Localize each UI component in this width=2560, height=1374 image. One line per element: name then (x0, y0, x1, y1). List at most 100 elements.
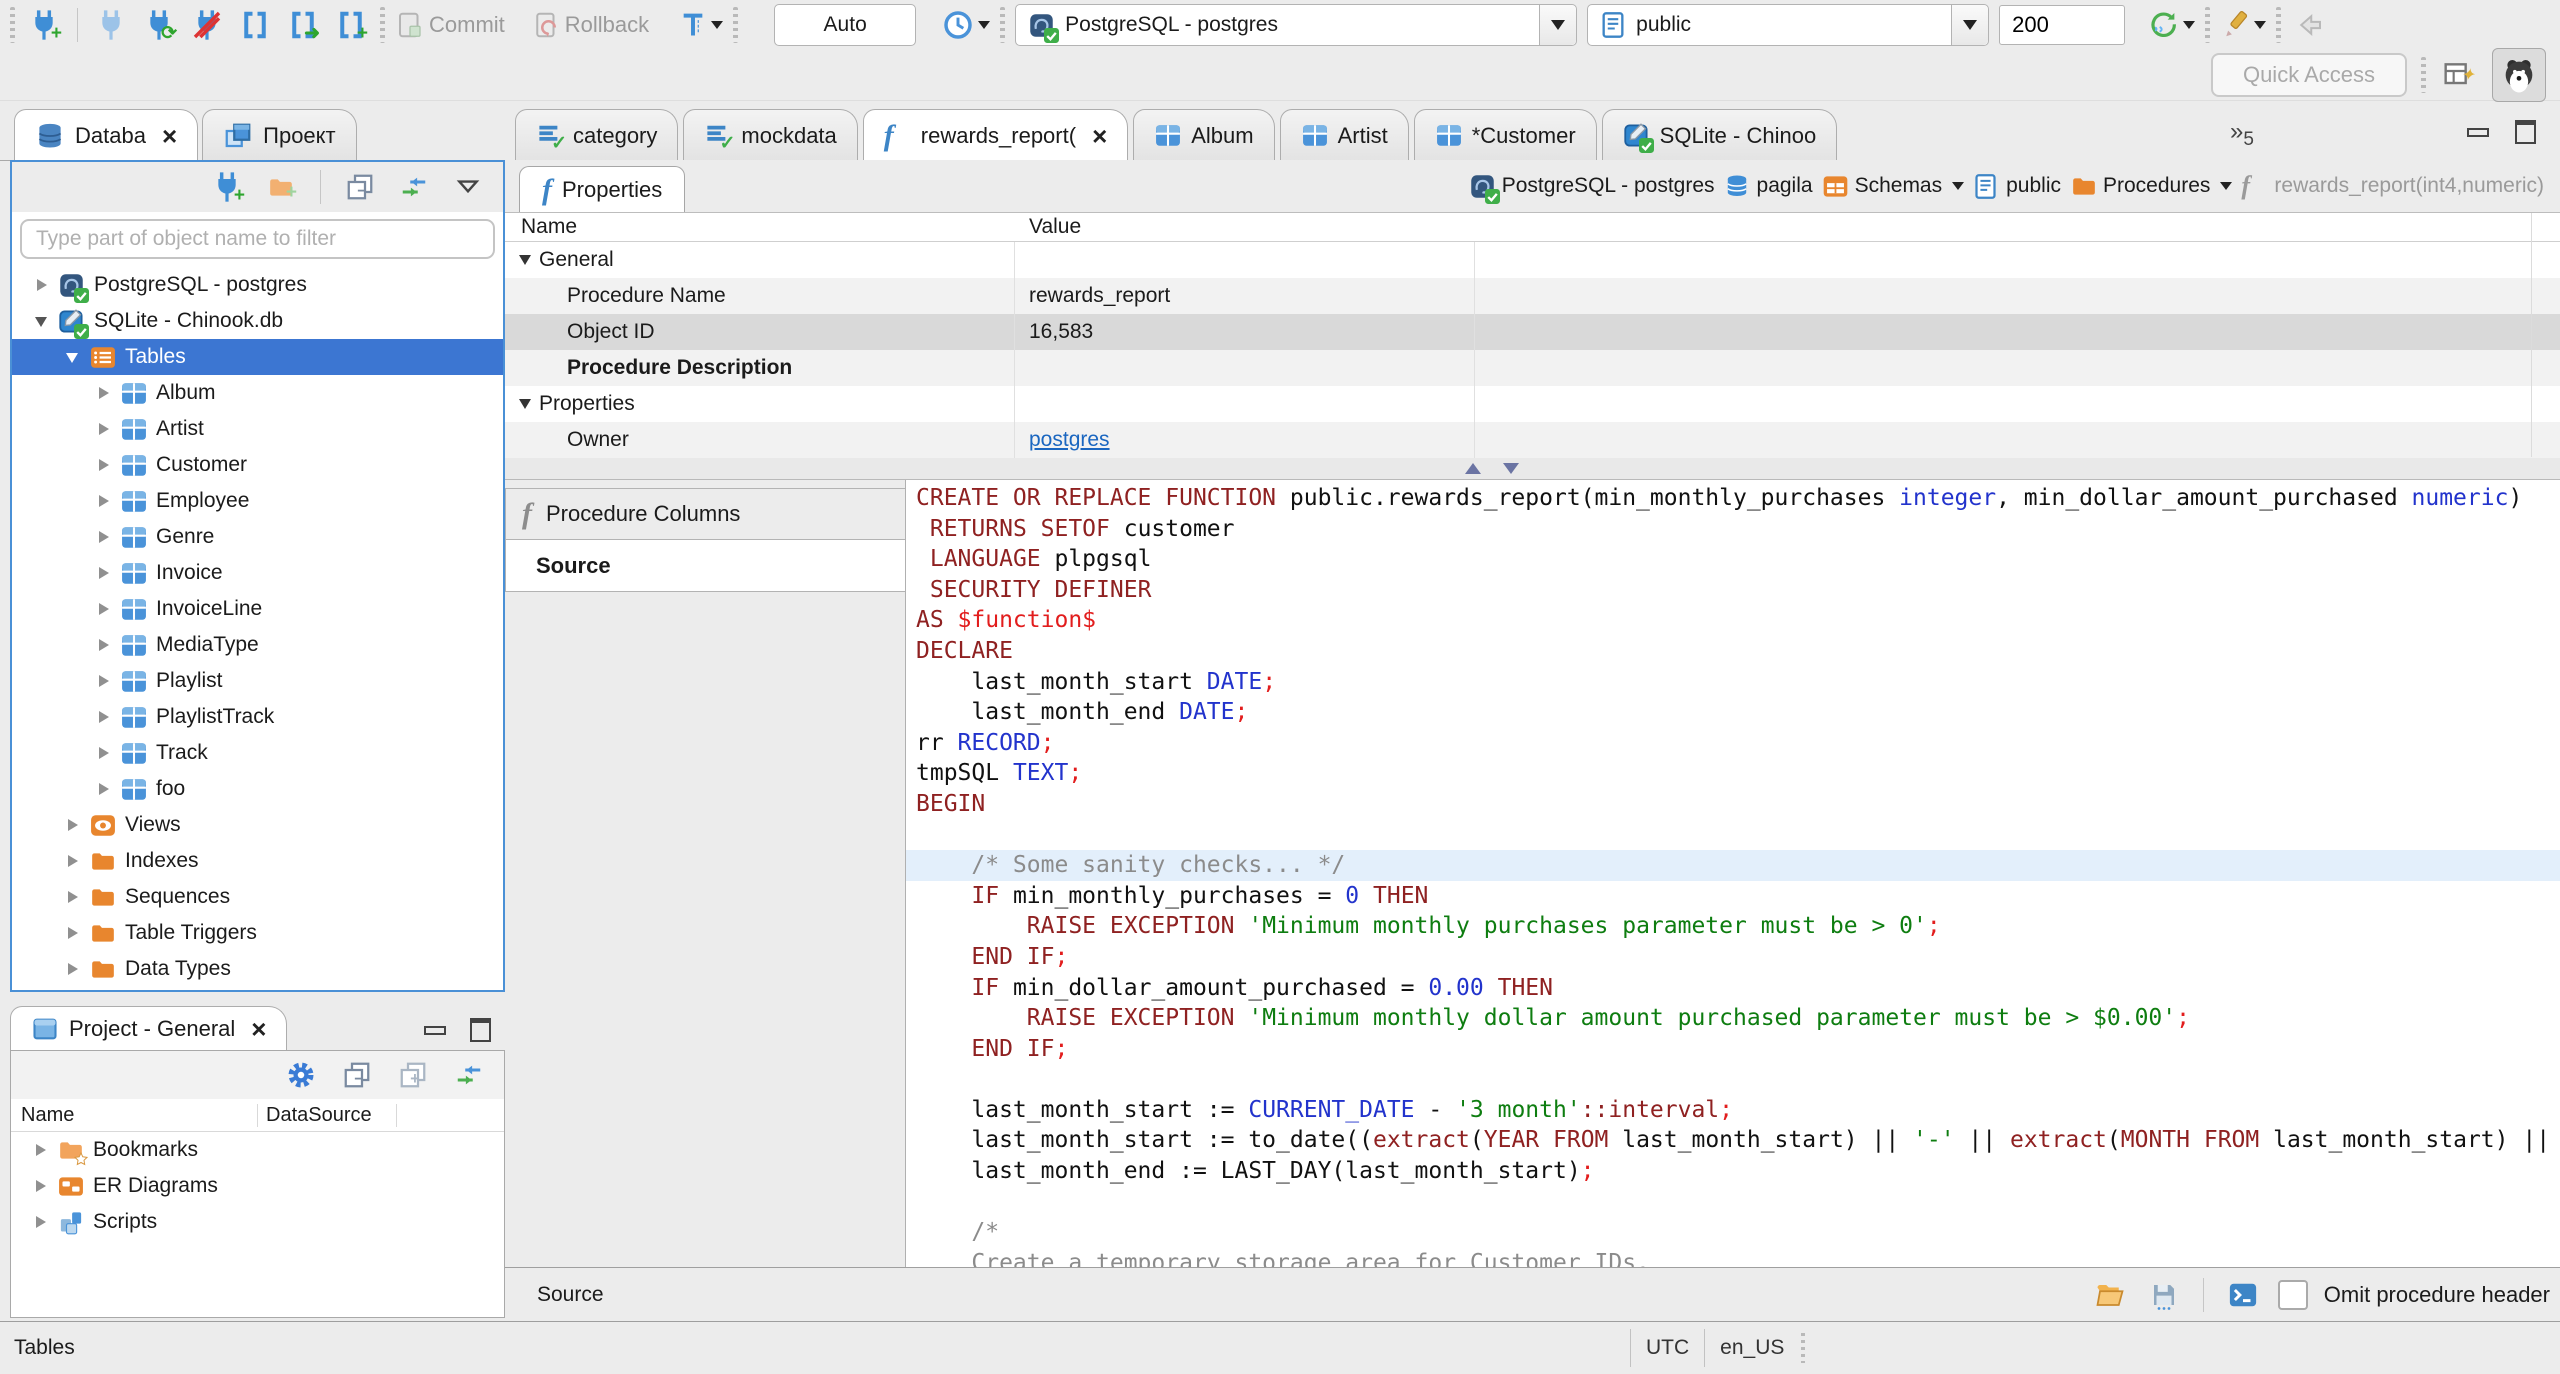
tree-item-foo[interactable]: foo (12, 771, 503, 807)
project-item-bookmarks[interactable]: Bookmarks (11, 1132, 504, 1168)
toolbar-drag-handle[interactable] (10, 7, 15, 43)
sql-source-editor[interactable]: CREATE OR REPLACE FUNCTION public.reward… (905, 480, 2560, 1267)
new-sql-editor-button[interactable]: + (332, 5, 370, 45)
properties-source-splitter[interactable] (505, 457, 2560, 480)
tree-item-genre[interactable]: Genre (12, 519, 503, 555)
tree-item-employee[interactable]: Employee (12, 483, 503, 519)
maximize-icon[interactable] (470, 1018, 491, 1042)
back-button[interactable] (2291, 5, 2329, 45)
chevron-right-icon[interactable] (66, 890, 80, 904)
tree-item-sqlite-chinook-db[interactable]: SQLite - Chinook.db (12, 303, 503, 339)
tree-item-invoiceline[interactable]: InvoiceLine (12, 591, 503, 627)
splitter-collapse-up-icon[interactable] (1465, 462, 1481, 474)
tree-item-postgresql-postgres[interactable]: PostgreSQL - postgres (12, 267, 503, 303)
editor-tab-artist[interactable]: Artist (1279, 109, 1409, 161)
chevron-right-icon[interactable] (97, 782, 111, 796)
tree-item-track[interactable]: Track (12, 735, 503, 771)
property-value-link[interactable]: postgres (1029, 428, 1110, 452)
close-icon[interactable]: × (251, 1016, 266, 1042)
chevron-right-icon[interactable] (97, 674, 111, 688)
tree-item-playlisttrack[interactable]: PlaylistTrack (12, 699, 503, 735)
tree-item-album[interactable]: Album (12, 375, 503, 411)
link-with-editor-button[interactable] (395, 167, 433, 207)
properties-column-value[interactable]: Value (1015, 215, 1081, 239)
chevron-right-icon[interactable] (66, 962, 80, 976)
reconnect-button[interactable]: ⟳ (140, 5, 178, 45)
editor-tab-rewards-report-[interactable]: f rewards_report(× (862, 109, 1129, 161)
chevron-right-icon[interactable] (34, 1179, 48, 1193)
tab-properties[interactable]: f Properties (519, 166, 686, 212)
load-from-file-button[interactable] (2091, 1275, 2129, 1315)
tree-item-mediatype[interactable]: MediaType (12, 627, 503, 663)
property-row-procedure-name[interactable]: Procedure Name rewards_report (505, 278, 2560, 314)
breadcrumb-item-postgresql-postgres[interactable]: PostgreSQL - postgres (1469, 173, 1715, 204)
property-row-object-id[interactable]: Object ID 16,583 (505, 314, 2560, 350)
tree-item-artist[interactable]: Artist (12, 411, 503, 447)
property-row-general[interactable]: General (505, 242, 2560, 278)
project-column-datasource[interactable]: DataSource (258, 1103, 397, 1127)
project-item-er-diagrams[interactable]: ER Diagrams (11, 1168, 504, 1204)
new-connection-button[interactable]: + (25, 5, 63, 45)
tab-project-general[interactable]: Project - General × (10, 1006, 288, 1051)
active-schema-dropdown[interactable] (1951, 5, 1989, 45)
open-perspective-button[interactable]: ✦ (2440, 55, 2478, 95)
chevron-right-icon[interactable] (97, 746, 111, 760)
maximize-icon[interactable] (2515, 120, 2536, 144)
property-row-procedure-description[interactable]: Procedure Description (505, 350, 2560, 386)
chevron-right-icon[interactable] (35, 278, 49, 292)
chevron-right-icon[interactable] (97, 422, 111, 436)
commit-mode-combo[interactable]: Auto (774, 4, 917, 46)
generate-sql-button[interactable] (2220, 10, 2267, 40)
breadcrumb-item-schemas[interactable]: Schemas (1822, 174, 1965, 199)
sql-editor-button[interactable] (236, 5, 274, 45)
chevron-right-icon[interactable] (97, 602, 111, 616)
open-in-sql-console-button[interactable] (2224, 1275, 2262, 1315)
quick-access-field[interactable]: Quick Access (2210, 53, 2407, 97)
tree-item-playlist[interactable]: Playlist (12, 663, 503, 699)
tree-item-tables[interactable]: Tables (12, 339, 503, 375)
project-column-name[interactable]: Name (11, 1103, 258, 1127)
editor-tab-category[interactable]: ✓ category (515, 109, 679, 161)
splitter-collapse-down-icon[interactable] (1503, 462, 1519, 474)
properties-column-name[interactable]: Name (505, 215, 1015, 239)
chevron-right-icon[interactable] (97, 638, 111, 652)
chevron-right-icon[interactable] (66, 818, 80, 832)
view-menu-button[interactable] (449, 167, 487, 207)
transaction-log-button[interactable] (942, 9, 991, 41)
navigator-new-connection-button[interactable]: + (208, 167, 246, 207)
breadcrumb-item-public[interactable]: public (1973, 173, 2061, 200)
tree-item-sequences[interactable]: Sequences (12, 879, 503, 915)
chevron-right-icon[interactable] (66, 926, 80, 940)
properties-scroll-gutter[interactable] (2531, 213, 2532, 457)
connect-button[interactable] (92, 5, 130, 45)
breadcrumb-item-pagila[interactable]: pagila (1724, 173, 1813, 199)
chevron-right-icon[interactable] (97, 458, 111, 472)
close-icon[interactable]: × (162, 123, 177, 149)
chevron-down-icon[interactable] (66, 350, 80, 364)
editor-tab-mockdata[interactable]: ✓ mockdata (683, 109, 858, 161)
breadcrumb-item-rewards-report-int4-numeric-[interactable]: f rewards_report(int4,numeric) (2241, 173, 2544, 199)
chevron-down-icon[interactable] (35, 314, 49, 328)
editor-tab-album[interactable]: Album (1133, 109, 1275, 161)
save-to-file-button[interactable] (2145, 1275, 2183, 1315)
chevron-right-icon[interactable] (97, 566, 111, 580)
status-timezone[interactable]: UTC (1631, 1336, 1704, 1360)
chevron-down-icon[interactable] (519, 255, 531, 265)
new-connection-folder-button[interactable]: + (262, 167, 300, 207)
transaction-mode-button[interactable] (679, 10, 724, 40)
chevron-down-icon[interactable] (519, 399, 531, 409)
tree-item-customer[interactable]: Customer (12, 447, 503, 483)
tab-procedure-columns[interactable]: f Procedure Columns (505, 488, 905, 540)
property-row-owner[interactable]: Owner postgres (505, 422, 2560, 458)
dbeaver-perspective-button[interactable] (2492, 48, 2546, 102)
project-collapse-all-button[interactable]: − (338, 1055, 376, 1095)
project-settings-button[interactable] (282, 1055, 320, 1095)
omit-procedure-header-checkbox[interactable] (2277, 1280, 2308, 1310)
chevron-right-icon[interactable] (34, 1143, 48, 1157)
tab-database-navigator[interactable]: Databa × (14, 109, 199, 161)
object-filter-input[interactable] (20, 219, 495, 259)
chevron-right-icon[interactable] (97, 710, 111, 724)
project-tree[interactable]: Bookmarks ER Diagrams Scripts (11, 1132, 504, 1240)
chevron-down-icon[interactable] (1952, 182, 1965, 190)
disconnect-button[interactable] (188, 5, 226, 45)
